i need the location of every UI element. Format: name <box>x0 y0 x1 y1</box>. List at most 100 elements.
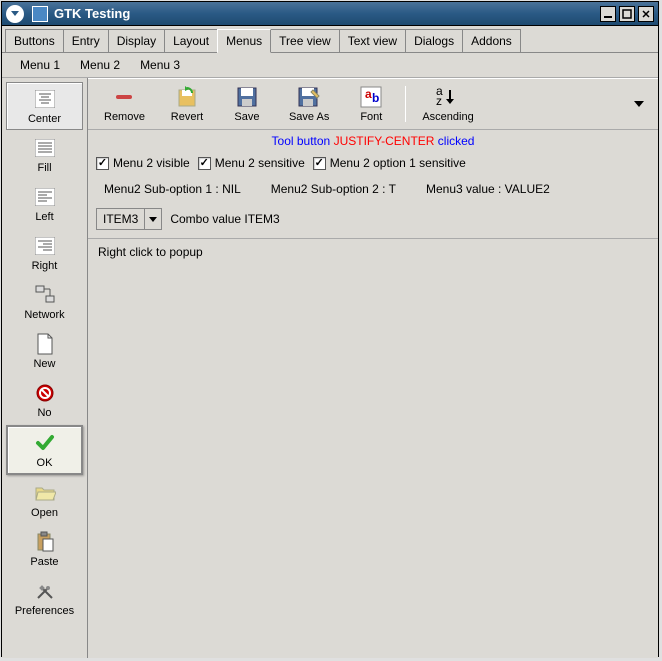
sidebar-item-network[interactable]: Network <box>6 278 83 326</box>
toolbar-separator <box>405 86 406 122</box>
preferences-icon <box>33 579 57 603</box>
status-suffix: clicked <box>434 134 474 148</box>
menubar: Menu 1 Menu 2 Menu 3 <box>2 53 658 78</box>
save-button[interactable]: Save <box>217 83 277 125</box>
sidebar-item-ok[interactable]: OK <box>6 425 83 475</box>
app-icon <box>32 6 48 22</box>
sidebar-item-left[interactable]: Left <box>6 180 83 228</box>
sidebar-label: New <box>33 358 55 370</box>
sidebar-item-open[interactable]: Open <box>6 476 83 524</box>
checkbox-icon <box>198 157 211 170</box>
sidebar-label: OK <box>37 457 53 469</box>
info-menu3: Menu3 value : VALUE2 <box>426 182 550 196</box>
sidebar: Center Fill Left Right Network New <box>2 78 88 658</box>
save-as-icon <box>297 85 321 109</box>
toolbar-label: Revert <box>171 111 203 123</box>
combo-row: ITEM3 Combo value ITEM3 <box>88 204 658 234</box>
check-label: Menu 2 sensitive <box>215 156 305 170</box>
maximize-button[interactable] <box>619 6 635 22</box>
minimize-button[interactable] <box>600 6 616 22</box>
close-button[interactable] <box>638 6 654 22</box>
combo-label: Combo value ITEM3 <box>170 212 279 226</box>
titlebar: GTK Testing <box>2 2 658 26</box>
check-menu2-sensitive[interactable]: Menu 2 sensitive <box>198 156 305 170</box>
info-sub2: Menu2 Sub-option 2 : T <box>271 182 396 196</box>
combo-select[interactable]: ITEM3 <box>96 208 162 230</box>
svg-text:b: b <box>372 91 379 105</box>
toolbar-label: Font <box>360 111 382 123</box>
tab-menus[interactable]: Menus <box>217 29 271 53</box>
paste-icon <box>33 530 57 554</box>
check-menu2-option1-sensitive[interactable]: Menu 2 option 1 sensitive <box>313 156 466 170</box>
combo-value: ITEM3 <box>97 209 145 229</box>
sidebar-label: Preferences <box>15 605 74 617</box>
popup-area[interactable]: Right click to popup <box>88 238 658 658</box>
tab-dialogs[interactable]: Dialogs <box>405 29 463 52</box>
status-message: Tool button JUSTIFY-CENTER clicked <box>88 130 658 152</box>
check-label: Menu 2 option 1 sensitive <box>330 156 466 170</box>
main-tabs: Buttons Entry Display Layout Menus Tree … <box>2 26 658 53</box>
remove-icon <box>112 85 136 109</box>
tab-layout[interactable]: Layout <box>164 29 218 52</box>
sidebar-label: Paste <box>30 556 58 568</box>
toolbar-overflow-button[interactable] <box>632 101 646 107</box>
svg-text:a: a <box>365 87 372 101</box>
sort-ascending-icon: az <box>436 85 460 109</box>
save-as-button[interactable]: Save As <box>277 83 341 125</box>
save-icon <box>235 85 259 109</box>
sidebar-item-right[interactable]: Right <box>6 229 83 277</box>
sidebar-label: Right <box>32 260 58 272</box>
checkbox-icon <box>313 157 326 170</box>
window-title: GTK Testing <box>54 6 600 21</box>
justify-fill-icon <box>33 136 57 160</box>
sidebar-item-center[interactable]: Center <box>6 82 83 130</box>
no-icon <box>33 381 57 405</box>
tab-text-view[interactable]: Text view <box>339 29 406 52</box>
network-icon <box>33 283 57 307</box>
sidebar-label: Open <box>31 507 58 519</box>
sidebar-item-no[interactable]: No <box>6 376 83 424</box>
sidebar-label: No <box>37 407 51 419</box>
popup-hint: Right click to popup <box>98 245 203 259</box>
revert-button[interactable]: Revert <box>157 83 217 125</box>
tab-buttons[interactable]: Buttons <box>5 29 64 52</box>
status-prefix: Tool button <box>272 134 334 148</box>
ascending-button[interactable]: az Ascending <box>410 83 485 125</box>
sidebar-label: Fill <box>37 162 51 174</box>
ok-icon <box>33 431 57 455</box>
sidebar-item-paste[interactable]: Paste <box>6 525 83 573</box>
check-label: Menu 2 visible <box>113 156 190 170</box>
menu-2[interactable]: Menu 2 <box>70 56 130 74</box>
folder-open-icon <box>33 481 57 505</box>
remove-button[interactable]: Remove <box>92 83 157 125</box>
toolbar-label: Save As <box>289 111 329 123</box>
sidebar-label: Center <box>28 113 61 125</box>
window-menu-button[interactable] <box>6 5 24 23</box>
info-row: Menu2 Sub-option 1 : NIL Menu2 Sub-optio… <box>88 174 658 204</box>
tab-display[interactable]: Display <box>108 29 165 52</box>
toolbar-label: Remove <box>104 111 145 123</box>
menu-3[interactable]: Menu 3 <box>130 56 190 74</box>
sidebar-item-fill[interactable]: Fill <box>6 131 83 179</box>
tab-tree-view[interactable]: Tree view <box>270 29 340 52</box>
sidebar-item-new[interactable]: New <box>6 327 83 375</box>
info-sub1: Menu2 Sub-option 1 : NIL <box>104 182 241 196</box>
justify-center-icon <box>33 87 57 111</box>
justify-left-icon <box>33 185 57 209</box>
menu-1[interactable]: Menu 1 <box>10 56 70 74</box>
new-file-icon <box>33 332 57 356</box>
sidebar-item-preferences[interactable]: Preferences <box>6 574 83 622</box>
toolbar: Remove Revert Save Save As ab Font <box>88 78 658 130</box>
tab-addons[interactable]: Addons <box>462 29 521 52</box>
sidebar-label: Left <box>35 211 53 223</box>
font-icon: ab <box>359 85 383 109</box>
checkbox-icon <box>96 157 109 170</box>
tab-entry[interactable]: Entry <box>63 29 109 52</box>
toolbar-label: Ascending <box>422 111 473 123</box>
font-button[interactable]: ab Font <box>341 83 401 125</box>
revert-icon <box>175 85 199 109</box>
check-menu2-visible[interactable]: Menu 2 visible <box>96 156 190 170</box>
status-action: JUSTIFY-CENTER <box>334 134 435 148</box>
toolbar-label: Save <box>234 111 259 123</box>
chevron-down-icon <box>145 209 161 229</box>
